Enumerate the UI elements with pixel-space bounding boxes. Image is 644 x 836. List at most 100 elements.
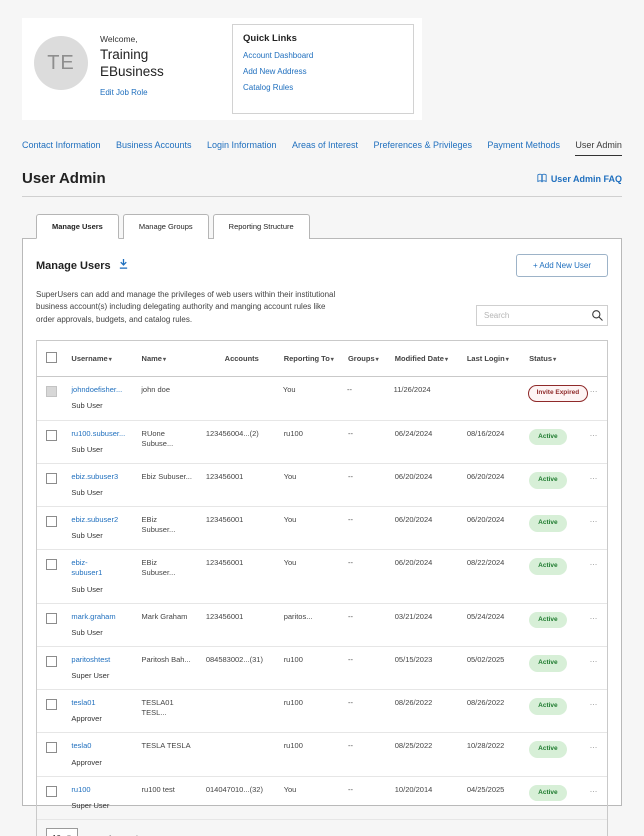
sort-arrow-icon: ▾ (506, 357, 509, 363)
nav-user-admin[interactable]: User Admin (575, 140, 622, 156)
edit-job-role-link[interactable]: Edit Job Role (100, 88, 148, 97)
tab-manage-groups[interactable]: Manage Groups (123, 214, 209, 239)
table-row: ebiz.subuser3 Sub User Ebiz Subuser... 1… (37, 464, 607, 507)
row-checkbox[interactable] (46, 516, 57, 527)
last-login-cell: 05/02/2025 (467, 655, 529, 665)
reporting-to-cell: You (284, 558, 348, 568)
row-checkbox[interactable] (46, 559, 57, 570)
download-users-icon[interactable] (118, 258, 129, 273)
user-role-label: Super User (71, 801, 135, 811)
table-row: johndoefisher... Sub User john doe You -… (37, 377, 607, 420)
username-link[interactable]: paritoshtest (71, 655, 135, 665)
header-last-login[interactable]: Last Login▾ (467, 354, 529, 364)
row-actions-button[interactable]: … (590, 515, 607, 526)
nav-payment-methods[interactable]: Payment Methods (487, 140, 560, 155)
nav-login-information[interactable]: Login Information (207, 140, 277, 155)
username-link[interactable]: ru100 (71, 785, 135, 795)
reporting-to-cell: You (284, 472, 348, 482)
row-actions-button[interactable]: … (590, 698, 607, 709)
username-link[interactable]: ebiz- subuser1 (71, 558, 135, 578)
row-checkbox[interactable] (46, 430, 57, 441)
reporting-to-cell: ru100 (284, 655, 348, 665)
nav-areas-of-interest[interactable]: Areas of Interest (292, 140, 358, 155)
quick-links-box: Quick Links Account Dashboard Add New Ad… (232, 24, 414, 114)
row-actions-button[interactable]: … (590, 385, 607, 396)
account-name-line2: EBusiness (100, 64, 164, 81)
table-row: tesla0 Approver TESLA TESLA ru100 -- 08/… (37, 733, 607, 776)
row-checkbox[interactable] (46, 613, 57, 624)
groups-cell: -- (348, 515, 395, 525)
username-link[interactable]: ru100.subuser... (71, 429, 135, 439)
nav-business-accounts[interactable]: Business Accounts (116, 140, 192, 155)
sort-arrow-icon: ▾ (109, 357, 112, 363)
last-login-cell: 08/22/2024 (467, 558, 529, 568)
last-login-cell: 08/16/2024 (467, 429, 529, 439)
user-role-label: Sub User (71, 628, 135, 638)
status-badge: Active (529, 785, 567, 802)
row-actions-button[interactable]: … (590, 472, 607, 483)
select-all-checkbox[interactable] (46, 352, 57, 363)
greeting-text: Welcome, (100, 34, 164, 44)
name-cell: EBiz Subuser... (142, 558, 206, 578)
username-link[interactable]: mark.graham (71, 612, 135, 622)
row-checkbox[interactable] (46, 742, 57, 753)
sort-arrow-icon: ▾ (331, 357, 334, 363)
nav-preferences-privileges[interactable]: Preferences & Privileges (373, 140, 472, 155)
groups-cell: -- (348, 558, 395, 568)
user-role-label: Sub User (71, 488, 135, 498)
groups-cell: -- (348, 698, 395, 708)
header-status[interactable]: Status▾ (529, 354, 589, 364)
quick-link-account-dashboard[interactable]: Account Dashboard (243, 51, 403, 60)
row-actions-button[interactable]: … (590, 655, 607, 666)
quick-link-add-new-address[interactable]: Add New Address (243, 67, 403, 76)
row-actions-button[interactable]: … (590, 612, 607, 623)
header-reporting-to[interactable]: Reporting To▾ (284, 354, 348, 364)
table-row: ru100.subuser... Sub User RUone Subuse..… (37, 421, 607, 464)
username-link[interactable]: johndoefisher... (71, 385, 135, 395)
page-size-select[interactable]: 10▼ (46, 828, 78, 836)
row-actions-button[interactable]: … (590, 429, 607, 440)
sort-arrow-icon: ▾ (376, 357, 379, 363)
quick-link-catalog-rules[interactable]: Catalog Rules (243, 83, 403, 92)
last-login-cell: 10/28/2022 (467, 741, 529, 751)
search-input[interactable] (476, 305, 608, 326)
row-checkbox[interactable] (46, 386, 57, 397)
reporting-to-cell: ru100 (284, 741, 348, 751)
status-badge: Active (529, 472, 567, 489)
header-name[interactable]: Name▾ (142, 354, 206, 364)
row-actions-button[interactable]: … (590, 558, 607, 569)
header-username[interactable]: Username▾ (71, 354, 141, 364)
row-checkbox[interactable] (46, 656, 57, 667)
username-link[interactable]: tesla01 (71, 698, 135, 708)
reporting-to-cell: You (284, 785, 348, 795)
add-new-user-button[interactable]: + Add New User (516, 254, 608, 277)
user-admin-faq-link[interactable]: User Admin FAQ (537, 173, 622, 185)
modified-date-cell: 11/26/2024 (394, 385, 466, 395)
row-checkbox[interactable] (46, 699, 57, 710)
accounts-cell: 123456001 (206, 558, 284, 568)
search-icon[interactable] (591, 309, 604, 327)
name-cell: RUone Subuse... (142, 429, 206, 449)
username-link[interactable]: ebiz.subuser3 (71, 472, 135, 482)
groups-cell: -- (348, 655, 395, 665)
nav-contact-information[interactable]: Contact Information (22, 140, 101, 155)
row-actions-button[interactable]: … (590, 741, 607, 752)
header-groups[interactable]: Groups▾ (348, 354, 395, 364)
row-checkbox[interactable] (46, 473, 57, 484)
username-link[interactable]: tesla0 (71, 741, 135, 751)
table-header-row: Username▾ Name▾ Accounts Reporting To▾ G… (37, 341, 607, 377)
header-modified-date[interactable]: Modified Date▾ (395, 354, 467, 364)
status-badge: Active (529, 429, 567, 446)
status-badge: Active (529, 558, 567, 575)
tab-manage-users[interactable]: Manage Users (36, 214, 119, 239)
table-row: mark.graham Sub User Mark Graham 1234560… (37, 604, 607, 647)
account-nav: Contact Information Business Accounts Lo… (22, 140, 622, 156)
user-role-label: Super User (71, 671, 135, 681)
accounts-cell: 123456001 (206, 612, 284, 622)
table-footer: 10▼ 10 of 10 entries (37, 820, 607, 836)
user-role-label: Sub User (71, 585, 135, 595)
row-checkbox[interactable] (46, 786, 57, 797)
row-actions-button[interactable]: … (590, 785, 607, 796)
username-link[interactable]: ebiz.subuser2 (71, 515, 135, 525)
tab-reporting-structure[interactable]: Reporting Structure (213, 214, 310, 239)
